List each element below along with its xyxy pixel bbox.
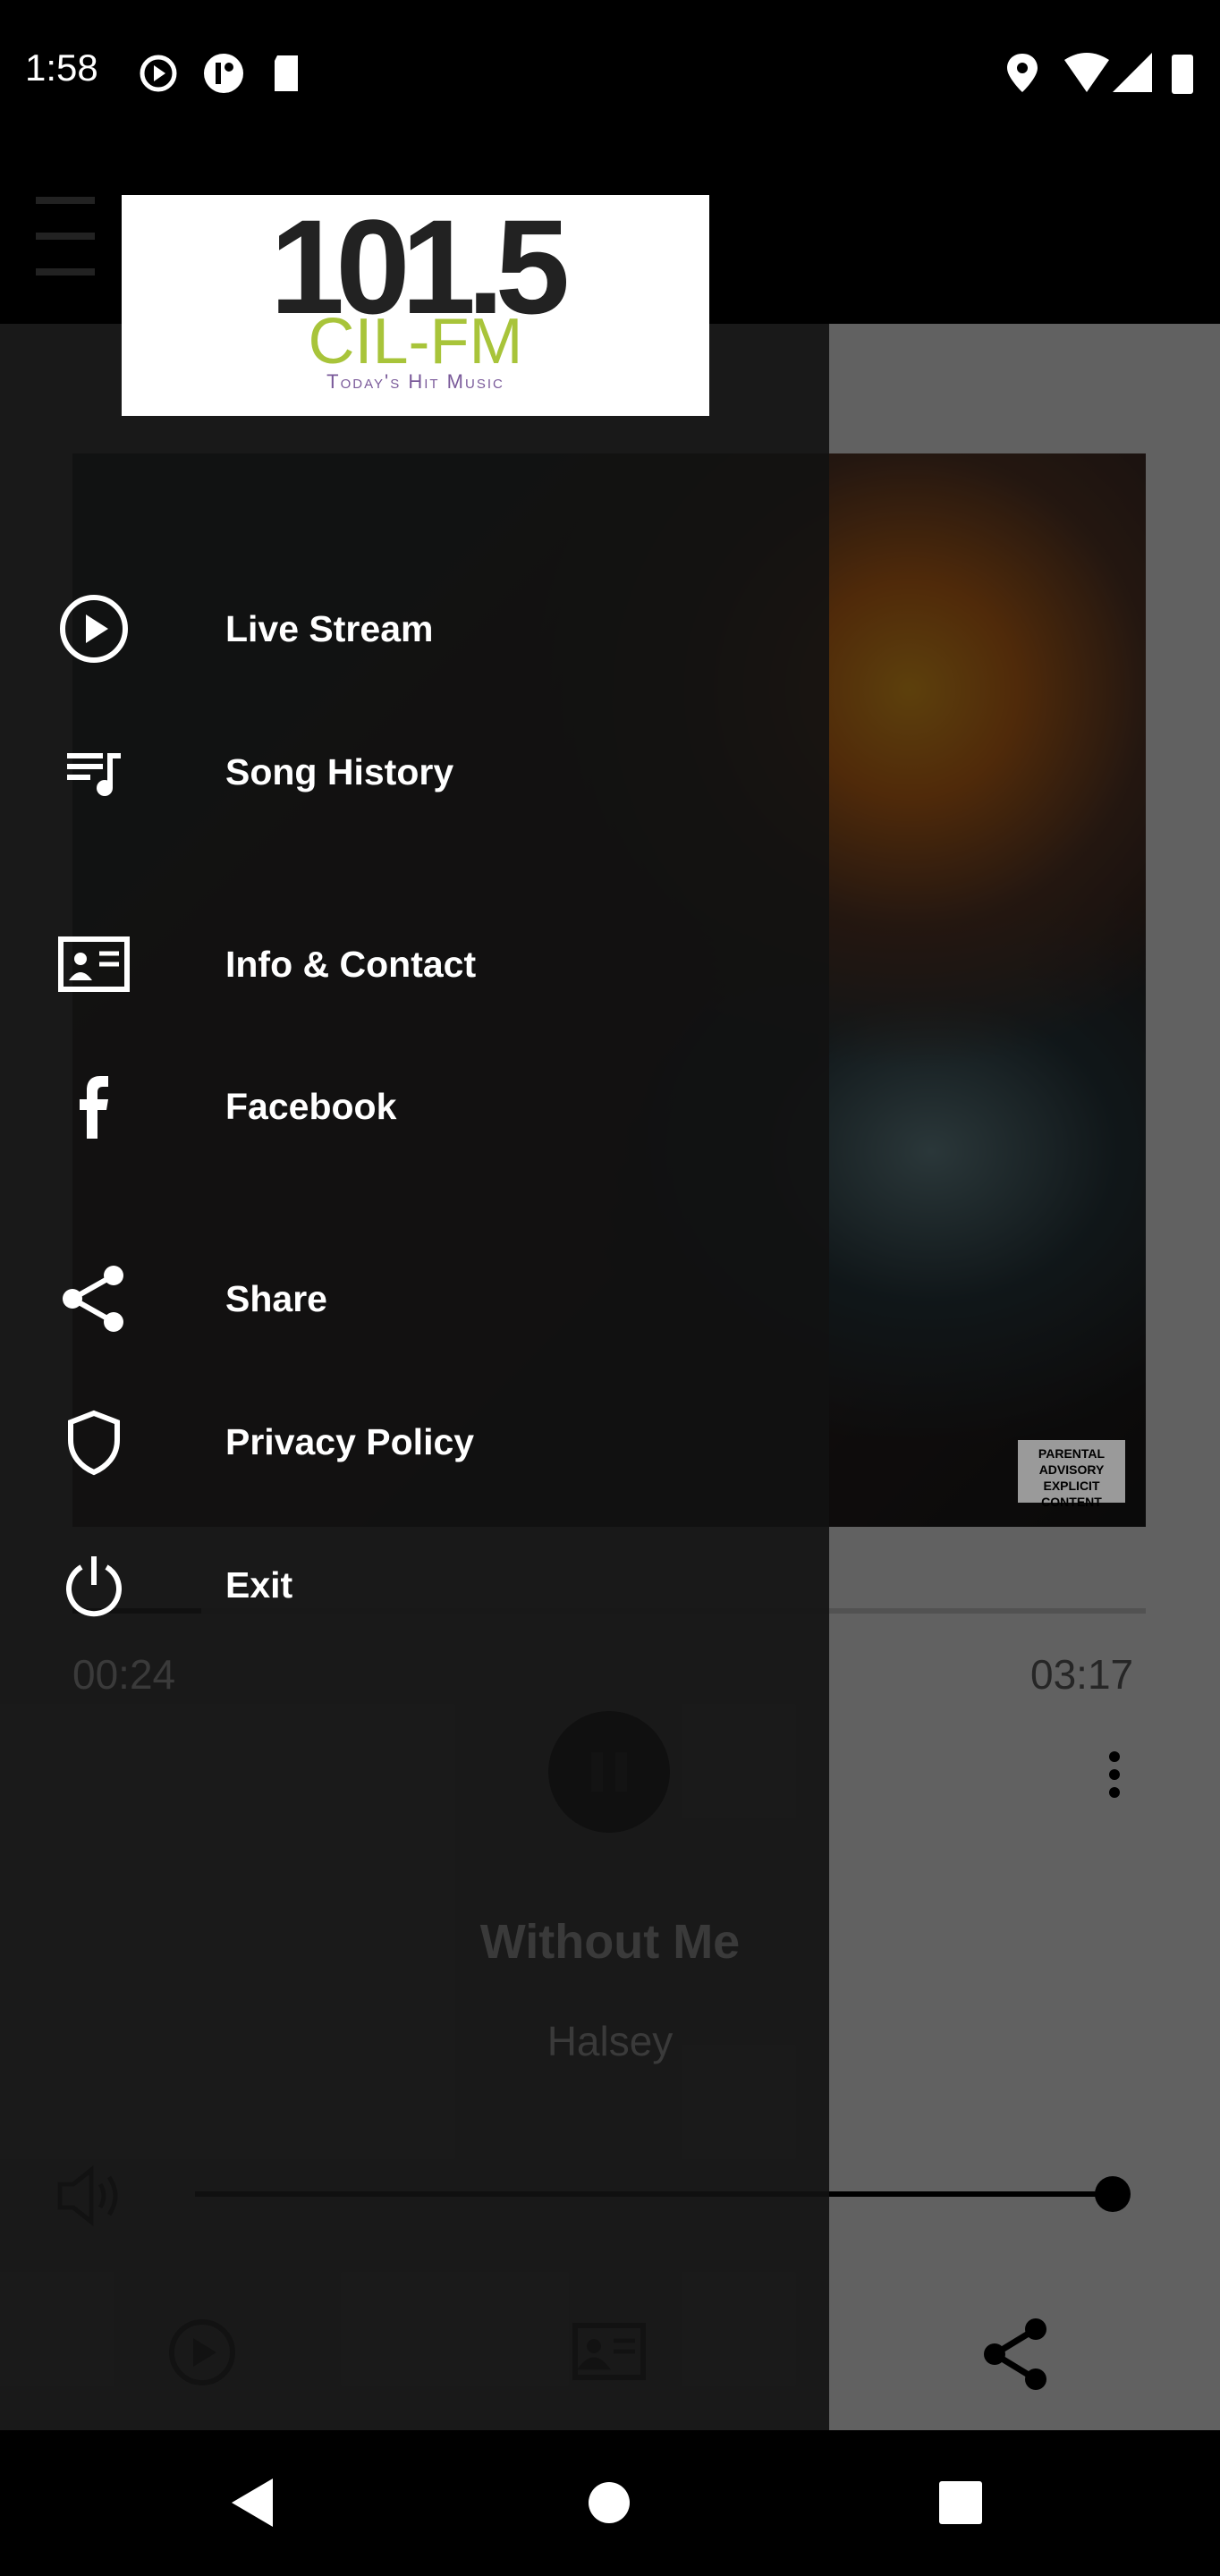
power-icon	[66, 1556, 122, 1617]
wifi-icon	[1064, 53, 1109, 92]
pocket-casts-icon	[204, 54, 243, 93]
sd-card-icon	[275, 55, 298, 91]
drawer-item-facebook[interactable]: Facebook	[0, 1044, 829, 1169]
parental-advisory-label: PARENTAL ADVISORY EXPLICIT CONTENT	[1018, 1440, 1125, 1509]
drawer-item-exit[interactable]: Exit	[0, 1522, 829, 1648]
drawer-item-label: Facebook	[225, 1085, 397, 1127]
elapsed-time: 00:24	[72, 1651, 176, 1698]
facebook-icon	[80, 1076, 108, 1139]
duration-time: 03:17	[1030, 1651, 1134, 1698]
home-icon[interactable]	[589, 2482, 630, 2523]
battery-icon	[1172, 55, 1193, 94]
shield-icon	[68, 1410, 120, 1476]
play-circle-icon	[60, 595, 128, 663]
recents-icon[interactable]	[939, 2481, 982, 2524]
share-icon	[63, 1266, 123, 1332]
system-nav-bar	[0, 2430, 1220, 2576]
drawer-item-info-contact[interactable]: Info & Contact	[0, 902, 829, 1027]
drawer-item-label: Song History	[225, 750, 454, 792]
drawer-item-share[interactable]: Share	[0, 1236, 829, 1361]
drawer-item-label: Share	[225, 1277, 327, 1319]
play-circle-icon	[140, 55, 177, 92]
drawer-item-label: Privacy Policy	[225, 1420, 475, 1462]
status-bar: 1:58	[0, 0, 1220, 143]
drawer-item-privacy-policy[interactable]: Privacy Policy	[0, 1379, 829, 1504]
signal-icon	[1113, 53, 1152, 92]
song-artist: Halsey	[546, 2018, 674, 2064]
playlist-icon	[67, 753, 121, 796]
status-left-icons	[140, 54, 298, 93]
drawer-item-song-history[interactable]: Song History	[0, 709, 829, 835]
logo-tagline: Today's Hit Music	[326, 370, 504, 393]
status-right-icons	[1007, 53, 1193, 94]
status-time: 1:58	[25, 47, 98, 89]
song-title: Without Me	[479, 1915, 741, 1969]
contact-card-icon	[58, 936, 130, 992]
logo-call-sign: CIL-FM	[308, 306, 523, 377]
drawer-item-label: Exit	[225, 1563, 293, 1606]
drawer-item-label: Live Stream	[225, 607, 434, 649]
location-icon	[1007, 54, 1038, 92]
station-logo: 101.5 CIL-FM Today's Hit Music	[122, 195, 709, 416]
back-icon[interactable]	[228, 2475, 282, 2530]
menu-icon[interactable]	[36, 197, 95, 275]
drawer-item-label: Info & Contact	[225, 943, 477, 985]
drawer-item-live-stream[interactable]: Live Stream	[0, 566, 829, 691]
